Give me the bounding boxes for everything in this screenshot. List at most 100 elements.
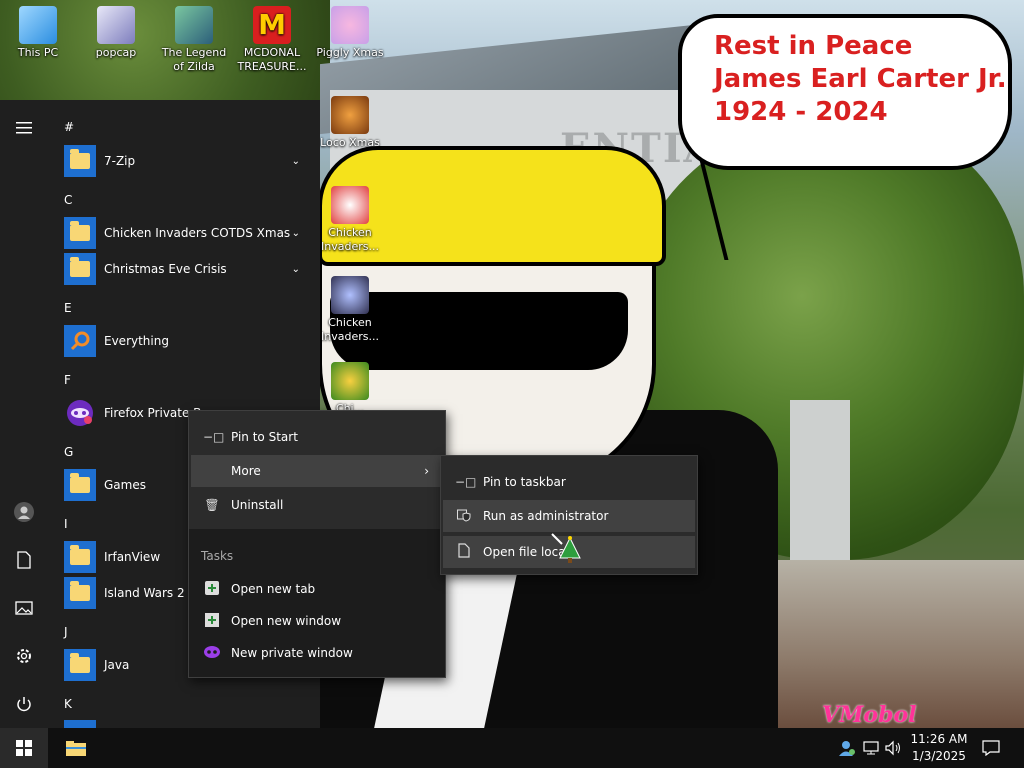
chicken-icon [331, 362, 369, 400]
uninstall-item[interactable]: 🗑 Uninstall [191, 489, 443, 521]
network-icon[interactable] [862, 728, 880, 768]
documents-icon[interactable] [0, 540, 48, 580]
app-label: 7-Zip [104, 154, 136, 168]
more-item[interactable]: More › [191, 455, 443, 487]
desktop-icon-chicken-invaders-1[interactable]: Chicken Invaders... [312, 186, 388, 254]
desktop-icon-mcdonald-treasure[interactable]: M MCDONAL TREASURE... [234, 6, 310, 74]
app-tile [64, 217, 96, 249]
clock-date: 1/3/2025 [912, 749, 966, 763]
wallpaper-watermark: VMobol [822, 702, 917, 728]
group-header-hash[interactable]: # [64, 120, 74, 134]
chevron-down-icon[interactable]: ⌄ [292, 228, 300, 239]
folder-icon [70, 473, 90, 493]
private-mask-icon [203, 645, 221, 661]
app-item-7zip[interactable]: 7-Zip ⌄ [48, 143, 320, 179]
start-button[interactable] [0, 728, 48, 768]
group-header-e[interactable]: E [64, 301, 72, 315]
wallpaper-pillar [790, 400, 850, 570]
pin-icon: −□ [203, 430, 225, 444]
folder-icon [70, 257, 90, 277]
taskbar: 11:26 AM 1/3/2025 [0, 728, 1024, 768]
group-header-f[interactable]: F [64, 373, 71, 387]
group-header-j[interactable]: J [64, 625, 68, 639]
tasks-label: Tasks [201, 549, 234, 563]
new-private-window-label: New private window [231, 646, 353, 660]
start-menu-rail [0, 100, 48, 728]
tree-cursor-icon [550, 532, 584, 571]
clock-time: 11:26 AM [910, 732, 968, 746]
pictures-icon[interactable] [0, 588, 48, 628]
group-header-c[interactable]: C [64, 193, 72, 207]
app-label: Firefox Private B [104, 406, 202, 420]
file-icon [455, 543, 473, 561]
group-header-i[interactable]: I [64, 517, 68, 531]
desktop-icon-popcap[interactable]: popcap [78, 6, 154, 60]
app-item-everything[interactable]: Everything [48, 323, 320, 359]
hamburger-icon[interactable] [0, 108, 48, 148]
pin-to-taskbar-label: Pin to taskbar [483, 475, 566, 489]
pin-to-taskbar-item[interactable]: −□ Pin to taskbar [443, 466, 695, 498]
app-item-chicken-invaders-cotds-xmas[interactable]: Chicken Invaders COTDS Xmas ⌄ [48, 215, 320, 251]
app-tile [64, 577, 96, 609]
app-label: Island Wars 2 Xr [104, 586, 202, 600]
open-new-window-item[interactable]: Open new window [191, 605, 443, 637]
desktop-icon-label: Chicken Invaders... [321, 316, 379, 343]
app-tile [64, 541, 96, 573]
clock[interactable]: 11:26 AM 1/3/2025 [906, 731, 972, 765]
desktop-icon-legend-of-zilda[interactable]: The Legend of Zilda [156, 6, 232, 74]
chevron-down-icon[interactable]: ⌄ [292, 264, 300, 275]
chevron-down-icon[interactable]: ⌄ [292, 156, 300, 167]
desktop-icon-label: MCDONAL TREASURE... [237, 46, 307, 73]
file-explorer-button[interactable] [56, 728, 96, 768]
new-tab-icon [203, 580, 221, 598]
run-as-administrator-item[interactable]: Run as administrator [443, 500, 695, 532]
app-tile [64, 325, 96, 357]
notifications-icon[interactable] [982, 728, 1002, 768]
pin-to-start-label: Pin to Start [231, 430, 298, 444]
power-icon[interactable] [0, 684, 48, 724]
group-header-k[interactable]: K [64, 697, 72, 711]
pin-to-start-item[interactable]: −□ Pin to Start [191, 421, 443, 453]
firefox-private-icon [67, 400, 93, 426]
desktop-icon-label: popcap [95, 46, 137, 59]
desktop-icon-piggly-xmas[interactable]: Piggly Xmas [312, 6, 388, 60]
desktop-icon-label: The Legend of Zilda [161, 46, 227, 73]
user-icon[interactable] [0, 492, 48, 532]
volume-icon[interactable] [884, 728, 902, 768]
desktop-icon-chicken-invaders-2[interactable]: Chicken Invaders... [312, 276, 388, 344]
desktop-icon-label: Chicken Invaders... [321, 226, 379, 253]
chicken-icon [331, 186, 369, 224]
windows-logo-icon [16, 740, 32, 756]
folder-icon [70, 545, 90, 565]
popcap-icon [97, 6, 135, 44]
app-item-christmas-eve-crisis[interactable]: Christmas Eve Crisis ⌄ [48, 251, 320, 287]
app-tile [64, 145, 96, 177]
app-tile [64, 253, 96, 285]
app-tile [64, 469, 96, 501]
app-tile [64, 649, 96, 681]
more-label: More [231, 464, 261, 478]
user-tray-icon[interactable] [838, 728, 856, 768]
desktop-icon-this-pc[interactable]: This PC [0, 6, 76, 60]
mcdonalds-icon: M [253, 6, 291, 44]
open-new-tab-label: Open new tab [231, 582, 316, 596]
desktop-icon-loco-xmas[interactable]: Loco Xmas [312, 96, 388, 150]
settings-icon[interactable] [0, 636, 48, 676]
folder-icon [66, 741, 86, 756]
speech-bubble-text: Rest in Peace James Earl Carter Jr. 1924… [714, 30, 1007, 129]
new-private-window-item[interactable]: New private window [191, 637, 443, 669]
chevron-right-icon: › [424, 464, 429, 478]
run-as-administrator-label: Run as administrator [483, 509, 609, 523]
app-label: IrfanView [104, 550, 161, 564]
new-window-icon [203, 612, 221, 630]
folder-icon [70, 149, 90, 169]
app-label: Everything [104, 334, 169, 348]
app-label: Games [104, 478, 146, 492]
trash-icon: 🗑 [204, 498, 220, 512]
computer-icon [19, 6, 57, 44]
folder-icon [70, 653, 90, 673]
open-new-tab-item[interactable]: Open new tab [191, 573, 443, 605]
app-context-menu: −□ Pin to Start More › 🗑 Uninstall Tasks… [188, 410, 446, 678]
desktop-icon-chicken-invaders-3[interactable]: Chi... [312, 362, 388, 416]
group-header-g[interactable]: G [64, 445, 73, 459]
